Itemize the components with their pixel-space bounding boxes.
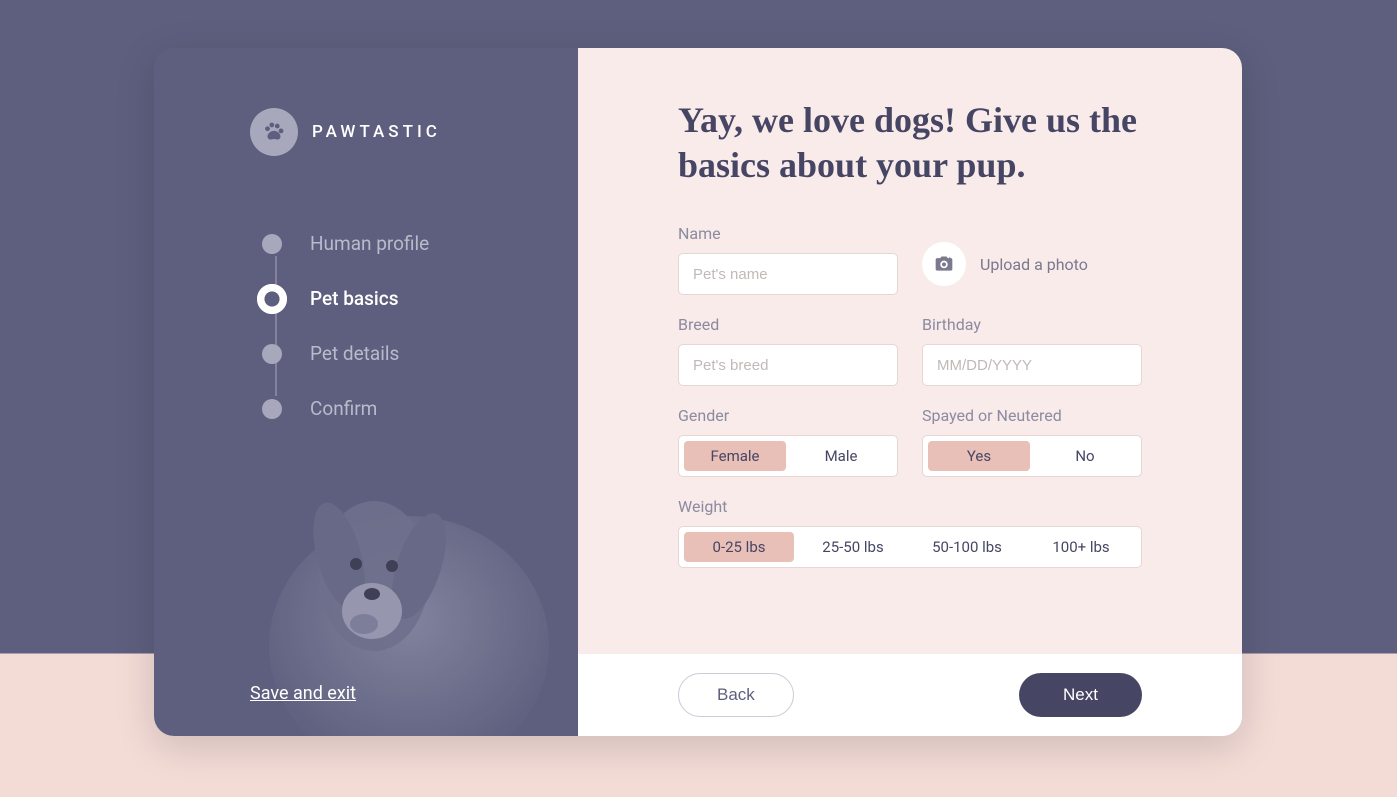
field-name: Name xyxy=(678,224,898,295)
neutered-yes-button[interactable]: Yes xyxy=(928,441,1030,471)
brand-name: PAWTASTIC xyxy=(312,122,441,142)
gender-toggle: Female Male xyxy=(678,435,898,477)
step-dot-icon xyxy=(262,234,282,254)
field-upload: Upload a photo xyxy=(922,224,1142,295)
field-weight: Weight 0-25 lbs 25-50 lbs 50-100 lbs 100… xyxy=(678,497,1142,568)
weight-option-3[interactable]: 100+ lbs xyxy=(1026,532,1136,562)
neutered-no-button[interactable]: No xyxy=(1034,441,1136,471)
weight-option-2[interactable]: 50-100 lbs xyxy=(912,532,1022,562)
step-dot-icon xyxy=(257,284,287,314)
gender-male-button[interactable]: Male xyxy=(790,441,892,471)
neutered-toggle: Yes No xyxy=(922,435,1142,477)
name-input[interactable] xyxy=(678,253,898,295)
field-breed: Breed xyxy=(678,315,898,386)
form-footer: Back Next xyxy=(578,654,1242,736)
step-confirm[interactable]: Confirm xyxy=(262,381,578,436)
brand-logo: PAWTASTIC xyxy=(154,108,578,156)
step-pet-basics[interactable]: Pet basics xyxy=(262,271,578,326)
form-grid: Name Upload a photo xyxy=(678,224,1142,568)
field-birthday: Birthday xyxy=(922,315,1142,386)
weight-label: Weight xyxy=(678,497,1142,516)
step-dot-icon xyxy=(262,399,282,419)
camera-icon xyxy=(934,254,954,274)
next-button[interactable]: Next xyxy=(1019,673,1142,717)
breed-input[interactable] xyxy=(678,344,898,386)
step-label: Pet basics xyxy=(310,287,398,310)
birthday-input[interactable] xyxy=(922,344,1142,386)
back-button[interactable]: Back xyxy=(678,673,794,717)
gender-female-button[interactable]: Female xyxy=(684,441,786,471)
paw-icon xyxy=(250,108,298,156)
birthday-label: Birthday xyxy=(922,315,1142,334)
name-label: Name xyxy=(678,224,898,243)
sidebar: PAWTASTIC Human profile Pet basics Pet d… xyxy=(154,48,578,736)
main-panel: Yay, we love dogs! Give us the basics ab… xyxy=(578,48,1242,736)
save-and-exit-link[interactable]: Save and exit xyxy=(250,683,356,704)
gender-label: Gender xyxy=(678,406,898,425)
step-list: Human profile Pet basics Pet details Con… xyxy=(154,216,578,436)
upload-label: Upload a photo xyxy=(980,255,1088,274)
step-label: Human profile xyxy=(310,232,429,255)
breed-label: Breed xyxy=(678,315,898,334)
onboarding-card: PAWTASTIC Human profile Pet basics Pet d… xyxy=(154,48,1242,736)
weight-option-1[interactable]: 25-50 lbs xyxy=(798,532,908,562)
step-dot-icon xyxy=(262,344,282,364)
step-label: Pet details xyxy=(310,342,399,365)
field-neutered: Spayed or Neutered Yes No xyxy=(922,406,1142,477)
form-area: Yay, we love dogs! Give us the basics ab… xyxy=(578,48,1242,654)
neutered-label: Spayed or Neutered xyxy=(922,406,1142,425)
field-gender: Gender Female Male xyxy=(678,406,898,477)
step-label: Confirm xyxy=(310,397,377,420)
weight-toggle: 0-25 lbs 25-50 lbs 50-100 lbs 100+ lbs xyxy=(678,526,1142,568)
weight-option-0[interactable]: 0-25 lbs xyxy=(684,532,794,562)
step-human-profile[interactable]: Human profile xyxy=(262,216,578,271)
step-pet-details[interactable]: Pet details xyxy=(262,326,578,381)
page-heading: Yay, we love dogs! Give us the basics ab… xyxy=(678,98,1142,188)
upload-photo-button[interactable] xyxy=(922,242,966,286)
